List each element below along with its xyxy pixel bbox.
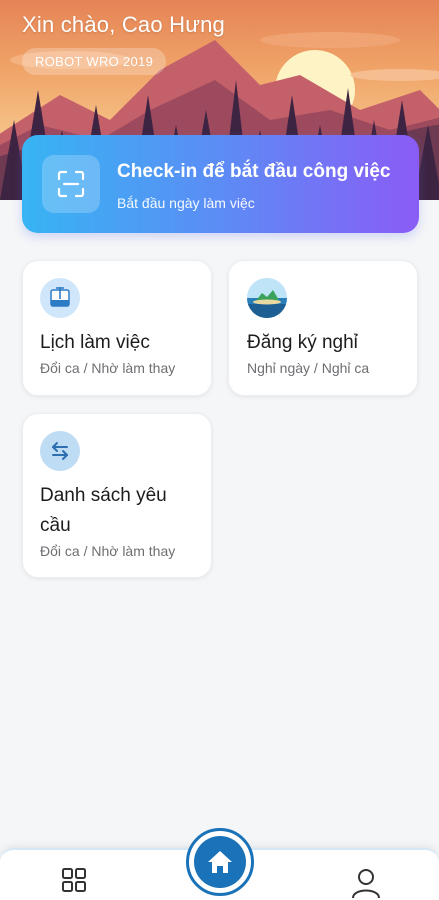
nav-item-apps[interactable]: [54, 866, 94, 900]
checkin-subtitle: Bắt đầu ngày làm việc: [117, 195, 255, 211]
leave-request-card[interactable]: Đăng ký nghỉ Nghỉ ngày / Nghỉ ca: [228, 260, 418, 396]
user-icon: [350, 866, 382, 900]
island-icon: [247, 278, 287, 318]
request-list-title-line1: Danh sách yêu: [40, 485, 167, 506]
request-list-card[interactable]: Danh sách yêu cầu Đổi ca / Nhờ làm thay: [22, 413, 212, 578]
work-schedule-subtitle: Đổi ca / Nhờ làm thay: [40, 360, 176, 376]
work-schedule-title: Lịch làm việc: [40, 332, 150, 353]
grid-icon: [60, 866, 88, 900]
greeting-text: Xin chào, Cao Hưng: [22, 12, 225, 37]
request-list-title-line2: cầu: [40, 515, 71, 536]
leave-request-subtitle: Nghỉ ngày / Nghỉ ca: [247, 360, 370, 376]
nav-item-profile[interactable]: [346, 866, 386, 900]
request-list-subtitle: Đổi ca / Nhờ làm thay: [40, 543, 176, 559]
swap-icon: [40, 431, 80, 471]
scan-icon: [42, 155, 100, 213]
organization-badge[interactable]: ROBOT WRO 2019: [22, 48, 167, 75]
home-icon: [194, 836, 246, 888]
leave-request-title: Đăng ký nghỉ: [247, 332, 358, 353]
checkin-card[interactable]: Check-in để bắt đầu công việc Bắt đầu ng…: [22, 135, 419, 233]
calendar-icon: [40, 278, 80, 318]
checkin-title: Check-in để bắt đầu công việc: [117, 161, 391, 182]
nav-item-home[interactable]: [186, 828, 254, 896]
work-schedule-card[interactable]: Lịch làm việc Đổi ca / Nhờ làm thay: [22, 260, 212, 396]
